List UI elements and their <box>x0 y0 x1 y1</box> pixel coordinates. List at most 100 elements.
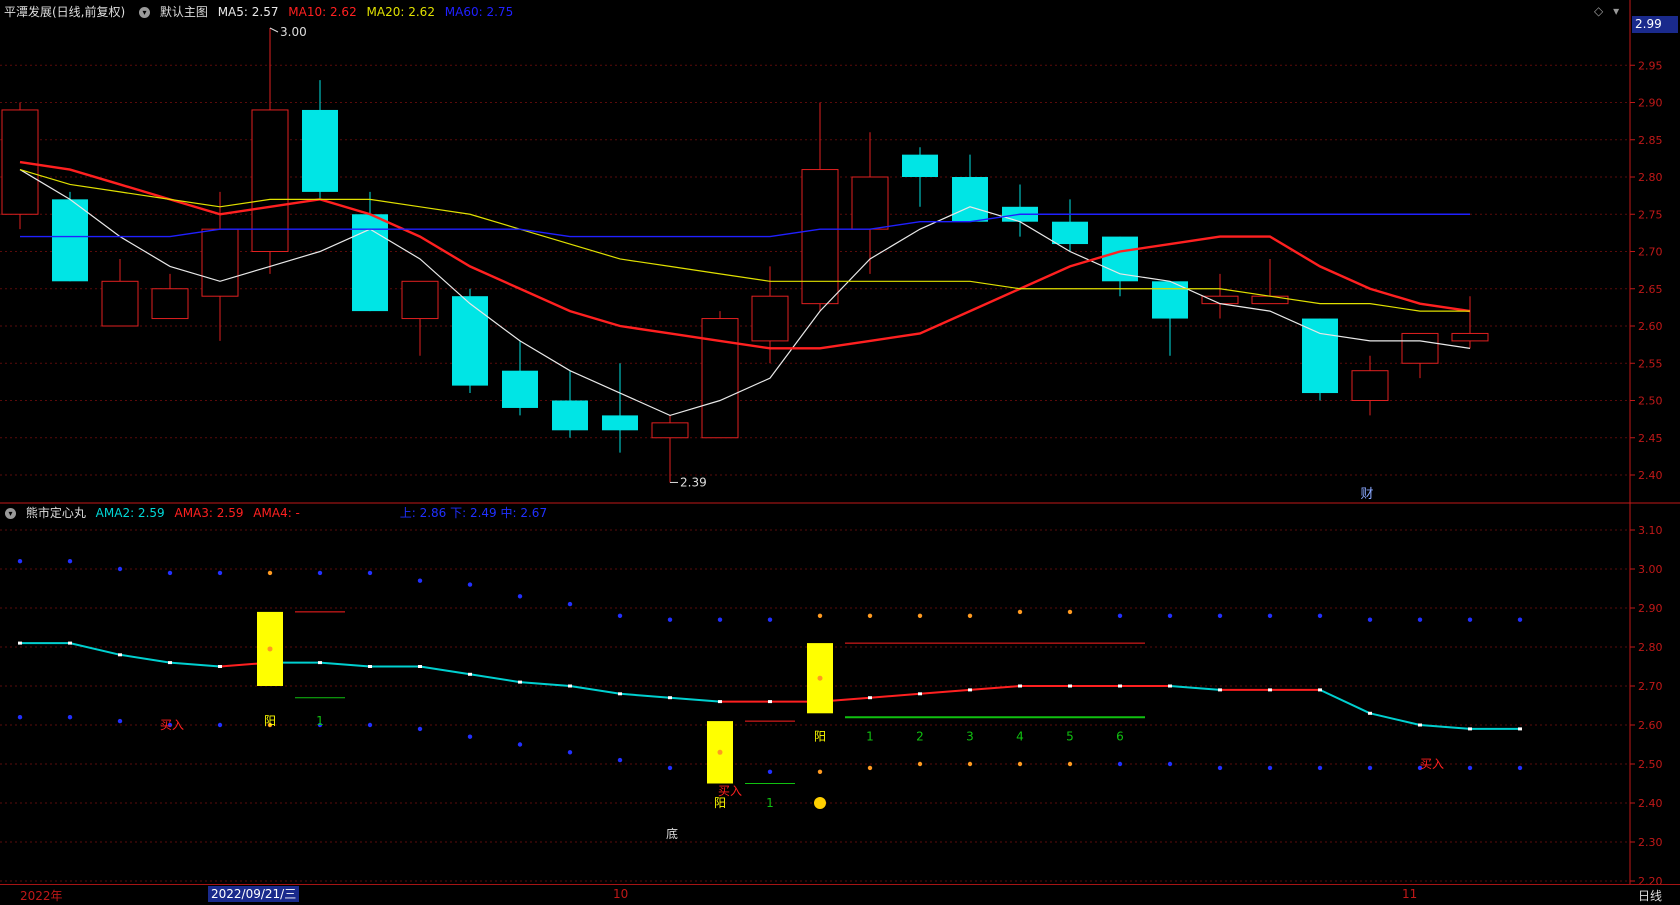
ama-point <box>1518 727 1522 731</box>
lower-band-dot <box>67 715 73 720</box>
ama-point <box>118 653 122 657</box>
candle-body <box>602 415 638 431</box>
ama-point <box>1368 711 1372 715</box>
count-label: 3 <box>966 730 974 744</box>
lower-band-dot <box>517 742 523 747</box>
ama-point <box>418 665 422 668</box>
ama-point <box>968 688 972 692</box>
tick-label: 3.00 <box>1638 563 1663 576</box>
upper-band-dot <box>667 617 673 622</box>
lower-band-dot <box>1517 765 1523 771</box>
tick-label: 2.70 <box>1638 680 1663 693</box>
lower-band-dot <box>1367 765 1373 771</box>
period-label[interactable]: 日线 <box>1638 887 1662 904</box>
upper-band-dot <box>1367 617 1373 622</box>
ma5-label: MA5: 2.57 <box>217 5 279 19</box>
lower-band-dot <box>617 757 623 763</box>
tick-label: 2.50 <box>1638 395 1663 408</box>
tick-label: 2.30 <box>1638 836 1663 849</box>
lower-band-dot <box>1467 765 1473 771</box>
candle-body <box>1102 236 1138 282</box>
lower-band-dot <box>817 769 823 774</box>
candle-body <box>952 177 988 222</box>
upper-band-dot <box>1167 613 1173 618</box>
count-label: 1 <box>316 714 324 728</box>
ama3-label: AMA3: 2.59 <box>174 506 244 520</box>
ama-point <box>718 700 722 704</box>
indicator-menu-icon[interactable]: ▾ <box>5 508 16 519</box>
ama-line-segment <box>169 661 221 668</box>
stock-title[interactable]: 平潭发展(日线,前复权) <box>4 5 125 19</box>
upper-band-dot <box>217 570 223 576</box>
ama-line-segment <box>469 673 521 684</box>
lower-band-dot <box>1317 765 1323 771</box>
indicator-title[interactable]: 熊市定心丸 <box>26 506 86 520</box>
count-label: 2 <box>916 730 924 744</box>
candle-body <box>552 400 588 431</box>
upper-band-dot <box>1117 613 1123 618</box>
candle-body <box>251 109 289 252</box>
ma10-label: MA10: 2.62 <box>288 5 357 19</box>
lower-band-dot <box>867 765 873 771</box>
ama-line-segment <box>1419 724 1471 730</box>
tick-label: 3.10 <box>1638 524 1663 537</box>
tick-label: 2.90 <box>1638 97 1663 110</box>
high-annotation: 3.00 <box>280 25 307 39</box>
band-label: 上: 2.86 下: 2.49 中: 2.67 <box>399 506 548 520</box>
indicator-name[interactable]: 默认主图 <box>160 5 208 19</box>
candle-body <box>1052 221 1088 245</box>
upper-band-dot <box>467 582 473 587</box>
tick-label: 2.90 <box>1638 602 1663 615</box>
date-label-oct: 10 <box>613 887 629 901</box>
upper-band-dot <box>317 570 323 576</box>
tick-label: 2.75 <box>1638 208 1663 221</box>
lower-band-dot <box>1067 761 1073 767</box>
candle-body <box>1251 295 1289 305</box>
ama4-label: AMA4: - <box>253 506 300 520</box>
ama-point <box>668 696 672 700</box>
upper-band-dot <box>267 570 273 576</box>
ama-point <box>1418 723 1422 727</box>
candle-body <box>302 109 338 192</box>
upper-band-dot <box>17 559 23 564</box>
ama-point <box>168 661 172 665</box>
signal-dot <box>717 749 723 755</box>
ama-point <box>1268 688 1272 692</box>
tick-label: 2.80 <box>1638 641 1663 654</box>
lower-band-dot <box>767 769 773 774</box>
buy-signal-label: 买入 <box>718 784 742 798</box>
tick-label: 2.55 <box>1638 357 1663 370</box>
upper-band-dot <box>1017 609 1023 615</box>
tick-label: 2.80 <box>1638 171 1663 184</box>
ama2-label: AMA2: 2.59 <box>95 506 165 520</box>
upper-band-dot <box>867 613 873 618</box>
tick-label: 2.95 <box>1638 59 1663 72</box>
ama-point <box>1468 727 1472 731</box>
lower-band-dot <box>217 722 223 728</box>
diamond-icon[interactable]: ◇ <box>1594 4 1603 18</box>
ama-point <box>568 684 572 688</box>
candle-body <box>1351 370 1389 402</box>
upper-band-dot <box>817 613 823 618</box>
ama-line-segment <box>869 692 921 699</box>
tick-label: 2.50 <box>1638 758 1663 771</box>
bottom-label: 底 <box>666 826 678 841</box>
candle-body <box>651 422 689 439</box>
candle-body <box>52 199 88 282</box>
lower-band-dot <box>917 761 923 767</box>
ama-line-segment <box>1369 712 1421 726</box>
ama-point <box>1318 688 1322 692</box>
ama-point <box>1168 684 1172 688</box>
lower-band-dot <box>1267 765 1273 771</box>
upper-band-dot <box>767 617 773 622</box>
lower-band-dot <box>567 750 573 755</box>
indicator-menu-icon[interactable]: ▾ <box>139 7 151 18</box>
lower-band-dot <box>117 718 123 724</box>
dropdown-icon[interactable]: ▾ <box>1613 4 1619 18</box>
ama-point <box>518 680 522 684</box>
date-label-year: 2022年 <box>20 889 63 903</box>
candle-body <box>1451 332 1489 342</box>
kline-chart[interactable]: 2.95 2.90 2.85 2.80 2.75 2.70 2.65 2.60 2.55 2.50… <box>0 0 1680 904</box>
upper-band-dot <box>717 617 723 622</box>
ama-point <box>768 700 772 704</box>
